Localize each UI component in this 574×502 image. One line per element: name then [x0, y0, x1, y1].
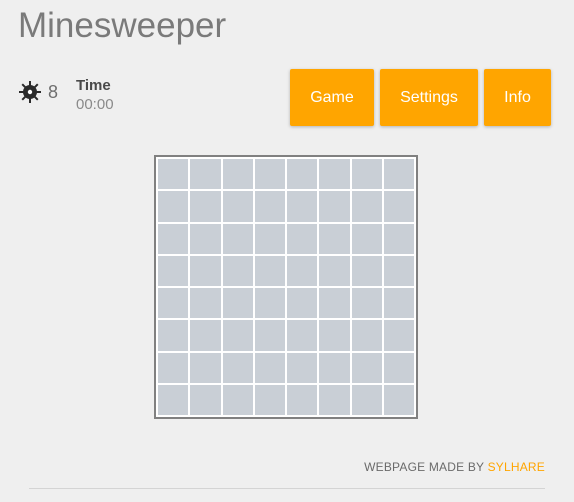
footer-credit: WEBPAGE MADE BY SYLHARE — [364, 460, 545, 474]
board-cell[interactable] — [158, 223, 189, 254]
board-cell[interactable] — [319, 320, 350, 351]
board-cell[interactable] — [254, 159, 285, 190]
board-cell[interactable] — [383, 159, 414, 190]
time-value: 00:00 — [76, 96, 114, 113]
board-cell[interactable] — [222, 320, 253, 351]
board-cell[interactable] — [287, 159, 318, 190]
board-cell[interactable] — [319, 352, 350, 383]
board-cell[interactable] — [351, 255, 382, 286]
board-cell[interactable] — [254, 191, 285, 222]
board-cell[interactable] — [383, 288, 414, 319]
board-cell[interactable] — [287, 191, 318, 222]
footer-prefix: WEBPAGE MADE BY — [364, 460, 488, 474]
board-cell[interactable] — [287, 288, 318, 319]
board-cell[interactable] — [190, 223, 221, 254]
page-title: Minesweeper — [18, 6, 227, 45]
board-cell[interactable] — [351, 191, 382, 222]
board-cell[interactable] — [190, 320, 221, 351]
board-cell[interactable] — [383, 191, 414, 222]
board-cell[interactable] — [351, 320, 382, 351]
board-cell[interactable] — [254, 352, 285, 383]
board-cell[interactable] — [190, 288, 221, 319]
board-cell[interactable] — [254, 255, 285, 286]
board-cell[interactable] — [319, 159, 350, 190]
board-cell[interactable] — [158, 384, 189, 415]
board-cell[interactable] — [383, 320, 414, 351]
board-cell[interactable] — [351, 384, 382, 415]
minefield-board — [154, 155, 418, 419]
settings-button[interactable]: Settings — [380, 69, 478, 126]
board-cell[interactable] — [383, 352, 414, 383]
board-cell[interactable] — [319, 288, 350, 319]
board-cell[interactable] — [222, 255, 253, 286]
board-cell[interactable] — [287, 384, 318, 415]
footer-divider — [29, 488, 545, 489]
board-cell[interactable] — [254, 288, 285, 319]
timer: Time 00:00 — [76, 77, 114, 115]
board-cell[interactable] — [287, 223, 318, 254]
game-button[interactable]: Game — [290, 69, 374, 126]
board-cell[interactable] — [351, 352, 382, 383]
board-cell[interactable] — [158, 288, 189, 319]
board-cell[interactable] — [158, 320, 189, 351]
board-cell[interactable] — [319, 191, 350, 222]
board-cell[interactable] — [190, 352, 221, 383]
board-cell[interactable] — [383, 223, 414, 254]
board-cell[interactable] — [190, 191, 221, 222]
board-cell[interactable] — [222, 288, 253, 319]
board-cell[interactable] — [383, 384, 414, 415]
mine-counter: 8 — [18, 80, 58, 104]
time-label: Time — [76, 77, 111, 94]
board-cell[interactable] — [222, 191, 253, 222]
author-link[interactable]: SYLHARE — [488, 460, 545, 474]
board-cell[interactable] — [190, 384, 221, 415]
board-cell[interactable] — [254, 223, 285, 254]
board-cell[interactable] — [319, 384, 350, 415]
mine-count: 8 — [48, 81, 59, 102]
board-cell[interactable] — [190, 255, 221, 286]
board-cell[interactable] — [319, 255, 350, 286]
board-cell[interactable] — [158, 159, 189, 190]
board-cell[interactable] — [254, 384, 285, 415]
board-cell[interactable] — [254, 320, 285, 351]
board-cell[interactable] — [222, 159, 253, 190]
board-cell[interactable] — [222, 384, 253, 415]
board-cell[interactable] — [222, 352, 253, 383]
board-cell[interactable] — [222, 223, 253, 254]
board-cell[interactable] — [158, 352, 189, 383]
board-cell[interactable] — [158, 191, 189, 222]
board-cell[interactable] — [351, 288, 382, 319]
board-cell[interactable] — [351, 159, 382, 190]
board-cell[interactable] — [158, 255, 189, 286]
board-cell[interactable] — [287, 320, 318, 351]
board-cell[interactable] — [190, 159, 221, 190]
board-cell[interactable] — [383, 255, 414, 286]
board-cell[interactable] — [319, 223, 350, 254]
board-cell[interactable] — [287, 352, 318, 383]
mine-icon — [18, 80, 42, 104]
board-cell[interactable] — [351, 223, 382, 254]
board-cell[interactable] — [287, 255, 318, 286]
info-button[interactable]: Info — [484, 69, 551, 126]
